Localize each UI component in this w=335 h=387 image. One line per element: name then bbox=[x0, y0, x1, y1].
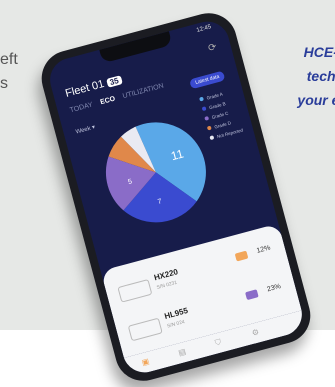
legend-dot bbox=[207, 125, 212, 131]
legend-label: Grade A bbox=[206, 91, 224, 101]
eco-percentage: 23% bbox=[266, 283, 282, 294]
report-icon[interactable]: ▤ bbox=[177, 347, 187, 358]
legend-dot bbox=[209, 135, 215, 141]
legend-label: Grade D bbox=[213, 120, 232, 130]
tab-eco[interactable]: ECO bbox=[100, 96, 116, 107]
legend-dot bbox=[199, 96, 205, 102]
excavator-icon bbox=[117, 278, 153, 303]
eco-pie-chart: 11 7 5 bbox=[89, 105, 224, 240]
tab-today[interactable]: TODAY bbox=[69, 102, 93, 115]
phone-notch bbox=[99, 31, 173, 64]
background-left-text: eft s bbox=[0, 48, 18, 96]
fleet-label: Fleet 01 bbox=[64, 77, 106, 100]
eco-grade-icon bbox=[234, 250, 249, 262]
pie-svg: 1175 bbox=[105, 122, 206, 223]
settings-icon[interactable]: ⚙ bbox=[251, 327, 260, 338]
phone-mockup: 12:45 Fleet 01 35 ⟳ TODAY ECO UTILIZATION… bbox=[20, 5, 320, 387]
left-text-line: s bbox=[0, 75, 8, 92]
chevron-down-icon: ▾ bbox=[91, 124, 96, 132]
legend-label: Grade C bbox=[211, 110, 229, 120]
latest-data-pill[interactable]: Latest data bbox=[189, 70, 226, 90]
alert-icon[interactable]: ⛉ bbox=[214, 337, 222, 348]
legend-label: Grade B bbox=[208, 101, 227, 111]
equipment-model: HL955 bbox=[163, 305, 189, 321]
eco-grade-icon bbox=[245, 289, 259, 301]
legend-dot bbox=[204, 115, 210, 121]
loader-icon bbox=[127, 317, 163, 342]
fleet-icon[interactable]: ▣ bbox=[141, 357, 151, 368]
eco-percentage: 12% bbox=[255, 244, 272, 255]
status-time: 12:45 bbox=[195, 24, 213, 34]
equipment-serial: S/N 0231 bbox=[156, 279, 178, 291]
equipment-serial: S/N 024 bbox=[166, 319, 186, 330]
left-text-line: eft bbox=[0, 51, 18, 68]
fleet-count-badge: 35 bbox=[105, 75, 123, 88]
app-screen: 12:45 Fleet 01 35 ⟳ TODAY ECO UTILIZATION… bbox=[45, 16, 307, 378]
refresh-icon[interactable]: ⟳ bbox=[207, 42, 218, 55]
phone-body: 12:45 Fleet 01 35 ⟳ TODAY ECO UTILIZATION… bbox=[35, 6, 317, 387]
pie-legend: Grade A Grade B Grade C Grade D Not Reported bbox=[199, 89, 245, 146]
tab-utilization[interactable]: UTILIZATION bbox=[122, 83, 165, 101]
legend-dot bbox=[201, 106, 207, 112]
legend-label: Not Reported bbox=[216, 127, 244, 140]
